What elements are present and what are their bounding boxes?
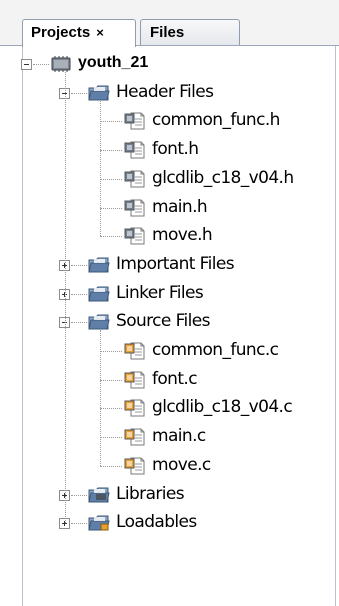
folder-icon	[88, 312, 110, 332]
tree-file-label: common_func.c	[152, 340, 279, 360]
header-file-icon	[124, 111, 146, 131]
tree-group-important-files[interactable]: Important Files	[23, 251, 333, 279]
tree-connector	[100, 178, 122, 180]
tree-connector	[71, 264, 87, 266]
tab-projects[interactable]: Projects ×	[22, 19, 136, 47]
tree-connector	[71, 494, 87, 496]
projects-panel: Projects × Files youth_21 Header Files comm…	[0, 0, 339, 606]
tree-file-label: main.h	[152, 196, 208, 217]
c-source-file-icon	[124, 427, 146, 447]
tree-connector	[100, 465, 122, 467]
c-source-file-icon	[124, 370, 146, 390]
tree-connector	[100, 330, 101, 466]
tree-connector	[100, 150, 122, 152]
tree-connector	[100, 437, 122, 439]
c-source-file-icon	[124, 456, 146, 476]
tree-connector	[33, 64, 49, 65]
tree-group-source-files[interactable]: Source Files	[23, 308, 333, 336]
tree-file-item[interactable]: move.c	[23, 452, 333, 480]
tree-file-item[interactable]: common_func.h	[23, 107, 333, 135]
tree-connector	[100, 236, 122, 238]
tree-group-header-files[interactable]: Header Files	[23, 79, 333, 107]
tab-strip: Projects × Files	[0, 0, 339, 47]
tab-projects-label: Projects	[31, 24, 91, 41]
tree-group-label: Header Files	[116, 81, 214, 102]
folder-icon	[88, 284, 110, 304]
tree-file-label: glcdlib_c18_v04.h	[152, 167, 294, 188]
tab-files[interactable]: Files	[140, 19, 240, 46]
c-source-file-icon	[124, 398, 146, 418]
tree-file-item[interactable]: glcdlib_c18_v04.h	[23, 165, 333, 193]
chip-icon	[50, 54, 72, 74]
project-name: youth_21	[78, 54, 149, 71]
tree-file-item[interactable]: font.c	[23, 366, 333, 394]
header-file-icon	[124, 226, 146, 246]
tree-node-project[interactable]: youth_21	[21, 50, 333, 78]
tree-file-label: move.h	[152, 225, 213, 246]
tree-file-label: move.c	[152, 454, 211, 475]
tree-file-item[interactable]: glcdlib_c18_v04.c	[23, 394, 333, 422]
tree-connector	[71, 92, 87, 94]
tree-connector	[65, 72, 66, 524]
tree-group-label: Important Files	[116, 253, 235, 274]
tree-group-linker-files[interactable]: Linker Files	[23, 280, 333, 308]
tree-connector	[100, 100, 101, 237]
folder-icon	[88, 83, 110, 103]
loadables-folder-icon	[88, 513, 110, 533]
tree-connector	[100, 408, 122, 410]
library-folder-icon	[88, 485, 110, 505]
tree-file-label: glcdlib_c18_v04.c	[152, 397, 293, 418]
tree-file-label: main.c	[152, 426, 206, 447]
folder-icon	[88, 255, 110, 275]
tree-group-label: Source Files	[116, 311, 211, 332]
header-file-icon	[124, 198, 146, 218]
tree-connector	[71, 322, 87, 324]
tree-connector	[100, 379, 122, 381]
tree-connector	[100, 121, 122, 123]
tree-connector	[100, 351, 122, 352]
tree-file-label: common_func.h	[152, 110, 280, 131]
tree-file-item[interactable]: main.c	[23, 423, 333, 451]
close-tab-icon[interactable]: ×	[96, 25, 104, 40]
tree-file-item[interactable]: move.h	[23, 222, 333, 250]
tree-group-libraries[interactable]: Libraries	[23, 481, 333, 509]
header-file-icon	[124, 169, 146, 189]
tree-group-label: Linker Files	[116, 282, 204, 303]
tree-connector	[100, 207, 122, 209]
tree-file-item[interactable]: font.h	[23, 136, 333, 164]
tree-file-label: font.h	[152, 139, 199, 160]
project-tree[interactable]: youth_21 Header Files common_func.h font.h g…	[21, 46, 335, 606]
tree-file-item[interactable]: common_func.c	[23, 337, 333, 365]
tree-group-label: Loadables	[116, 512, 197, 533]
header-file-icon	[124, 140, 146, 160]
c-source-file-icon	[124, 341, 146, 361]
tree-file-item[interactable]: main.h	[23, 194, 333, 222]
collapse-toggle-icon[interactable]	[21, 59, 32, 70]
tab-files-label: Files	[150, 24, 185, 41]
panel-right-border	[335, 46, 336, 606]
tree-group-label: Libraries	[116, 483, 185, 504]
tree-connector	[71, 523, 87, 525]
tree-group-loadables[interactable]: Loadables	[23, 509, 333, 537]
tree-connector	[71, 293, 87, 295]
tree-file-label: font.c	[152, 368, 198, 389]
